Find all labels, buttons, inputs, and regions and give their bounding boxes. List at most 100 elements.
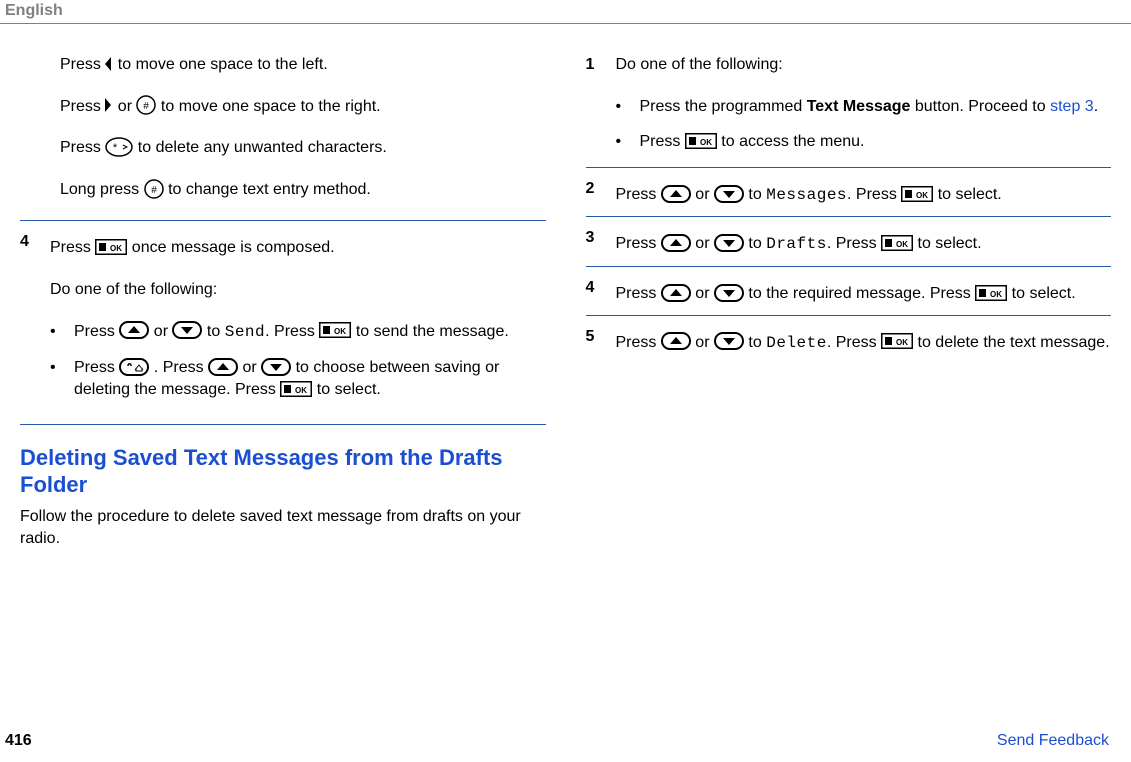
text: Press — [60, 98, 105, 115]
text: to delete the text message. — [918, 334, 1110, 351]
bullet-dot: • — [616, 96, 640, 118]
text: or — [118, 98, 137, 115]
text: to move one space to the right. — [161, 98, 381, 115]
hash-key-icon — [144, 179, 164, 199]
bullet-send: • Press or to Send. Press to send the me… — [50, 321, 546, 344]
bullet-text: Press the programmed Text Message button… — [640, 96, 1112, 118]
bullet-text: Press to access the menu. — [640, 131, 1112, 153]
long-press-line: Long press to change text entry method. — [20, 179, 546, 201]
text: Press — [60, 139, 105, 156]
page-number: 416 — [5, 732, 32, 750]
step-body: Press or to Messages. Press to select. — [616, 178, 1112, 207]
bullet-text: Press or to Send. Press to send the mess… — [74, 321, 546, 344]
up-button-icon — [661, 284, 691, 302]
text-message-bold: Text Message — [807, 98, 911, 115]
ok-button-icon — [319, 322, 351, 338]
step-4r: 4 Press or to the required message. Pres… — [586, 277, 1112, 316]
section-heading: Deleting Saved Text Messages from the Dr… — [20, 445, 546, 498]
text: to delete any unwanted characters. — [138, 139, 387, 156]
text: Press — [50, 239, 95, 256]
left-column: Press to move one space to the left. Pre… — [20, 54, 546, 549]
text: Long press — [60, 181, 144, 198]
step-number: 2 — [586, 178, 616, 207]
delete-label: Delete — [766, 334, 827, 352]
down-button-icon — [714, 185, 744, 203]
language-header: English — [0, 0, 1131, 24]
step-body: Do one of the following: • Press the pro… — [616, 54, 1112, 157]
text: to move one space to the left. — [118, 56, 328, 73]
text: or — [695, 285, 714, 302]
step-number: 4 — [586, 277, 616, 305]
text: to select. — [918, 235, 982, 252]
bullet-access-menu: • Press to access the menu. — [616, 131, 1112, 153]
drafts-label: Drafts — [766, 235, 827, 253]
nav-right-icon — [105, 98, 113, 112]
step-body: Press or to the required message. Press … — [616, 277, 1112, 305]
bullet-dot: • — [616, 131, 640, 153]
text: Press — [616, 235, 661, 252]
step-number: 5 — [586, 326, 616, 355]
press-delete-line: Press to delete any unwanted characters. — [20, 137, 546, 159]
step-number: 3 — [586, 227, 616, 256]
text: Press — [74, 359, 119, 376]
text: to — [748, 235, 766, 252]
step-5: 5 Press or to Delete. Press to delete th… — [586, 326, 1112, 365]
text: to — [207, 323, 225, 340]
down-button-icon — [714, 284, 744, 302]
text: to send the message. — [356, 323, 509, 340]
down-button-icon — [714, 234, 744, 252]
text: to — [748, 334, 766, 351]
step-number: 4 — [20, 231, 50, 414]
text: to select. — [317, 381, 381, 398]
text: . Press — [847, 186, 901, 203]
up-button-icon — [208, 358, 238, 376]
messages-label: Messages — [766, 186, 847, 204]
nav-left-icon — [105, 57, 113, 71]
bullet-dot: • — [50, 321, 74, 344]
text: Press the programmed — [640, 98, 807, 115]
text: Press — [616, 285, 661, 302]
step-3: 3 Press or to Drafts. Press to select. — [586, 227, 1112, 267]
text: or — [695, 235, 714, 252]
section-desc: Follow the procedure to delete saved tex… — [20, 506, 546, 549]
text: Press — [74, 323, 119, 340]
down-button-icon — [261, 358, 291, 376]
press-right-line: Press or to move one space to the right. — [20, 96, 546, 118]
ok-button-icon — [901, 186, 933, 202]
star-key-icon — [105, 137, 133, 157]
text: . — [1094, 98, 1098, 115]
page-footer: 416 Send Feedback — [0, 732, 1131, 750]
ok-button-icon — [881, 235, 913, 251]
down-button-icon — [714, 332, 744, 350]
ok-button-icon — [95, 239, 127, 255]
step3-link[interactable]: step 3 — [1050, 98, 1094, 115]
ok-button-icon — [975, 285, 1007, 301]
text: to — [748, 186, 766, 203]
text: or — [695, 334, 714, 351]
text: . Press — [827, 235, 881, 252]
down-button-icon — [172, 321, 202, 339]
ok-button-icon — [685, 133, 717, 149]
step-number: 1 — [586, 54, 616, 157]
text: . Press — [827, 334, 881, 351]
main-content: Press to move one space to the left. Pre… — [0, 24, 1131, 549]
text: Press — [616, 186, 661, 203]
ok-button-icon — [881, 333, 913, 349]
step-2: 2 Press or to Messages. Press to select. — [586, 178, 1112, 218]
text: or — [242, 359, 261, 376]
text: . Press — [154, 359, 208, 376]
text: Press — [60, 56, 105, 73]
step-body: Press once message is composed. Do one o… — [50, 231, 546, 414]
bullet-save-delete: • Press . Press or to choose between sav… — [50, 357, 546, 400]
home-button-icon — [119, 358, 149, 376]
text: or — [154, 323, 173, 340]
press-left-line: Press to move one space to the left. — [20, 54, 546, 76]
up-button-icon — [661, 234, 691, 252]
text: Press once message is composed. — [50, 237, 546, 259]
up-button-icon — [119, 321, 149, 339]
send-feedback-link[interactable]: Send Feedback — [997, 732, 1109, 750]
text: to select. — [938, 186, 1002, 203]
up-button-icon — [661, 185, 691, 203]
text: once message is composed. — [132, 239, 335, 256]
step-1: 1 Do one of the following: • Press the p… — [586, 54, 1112, 168]
